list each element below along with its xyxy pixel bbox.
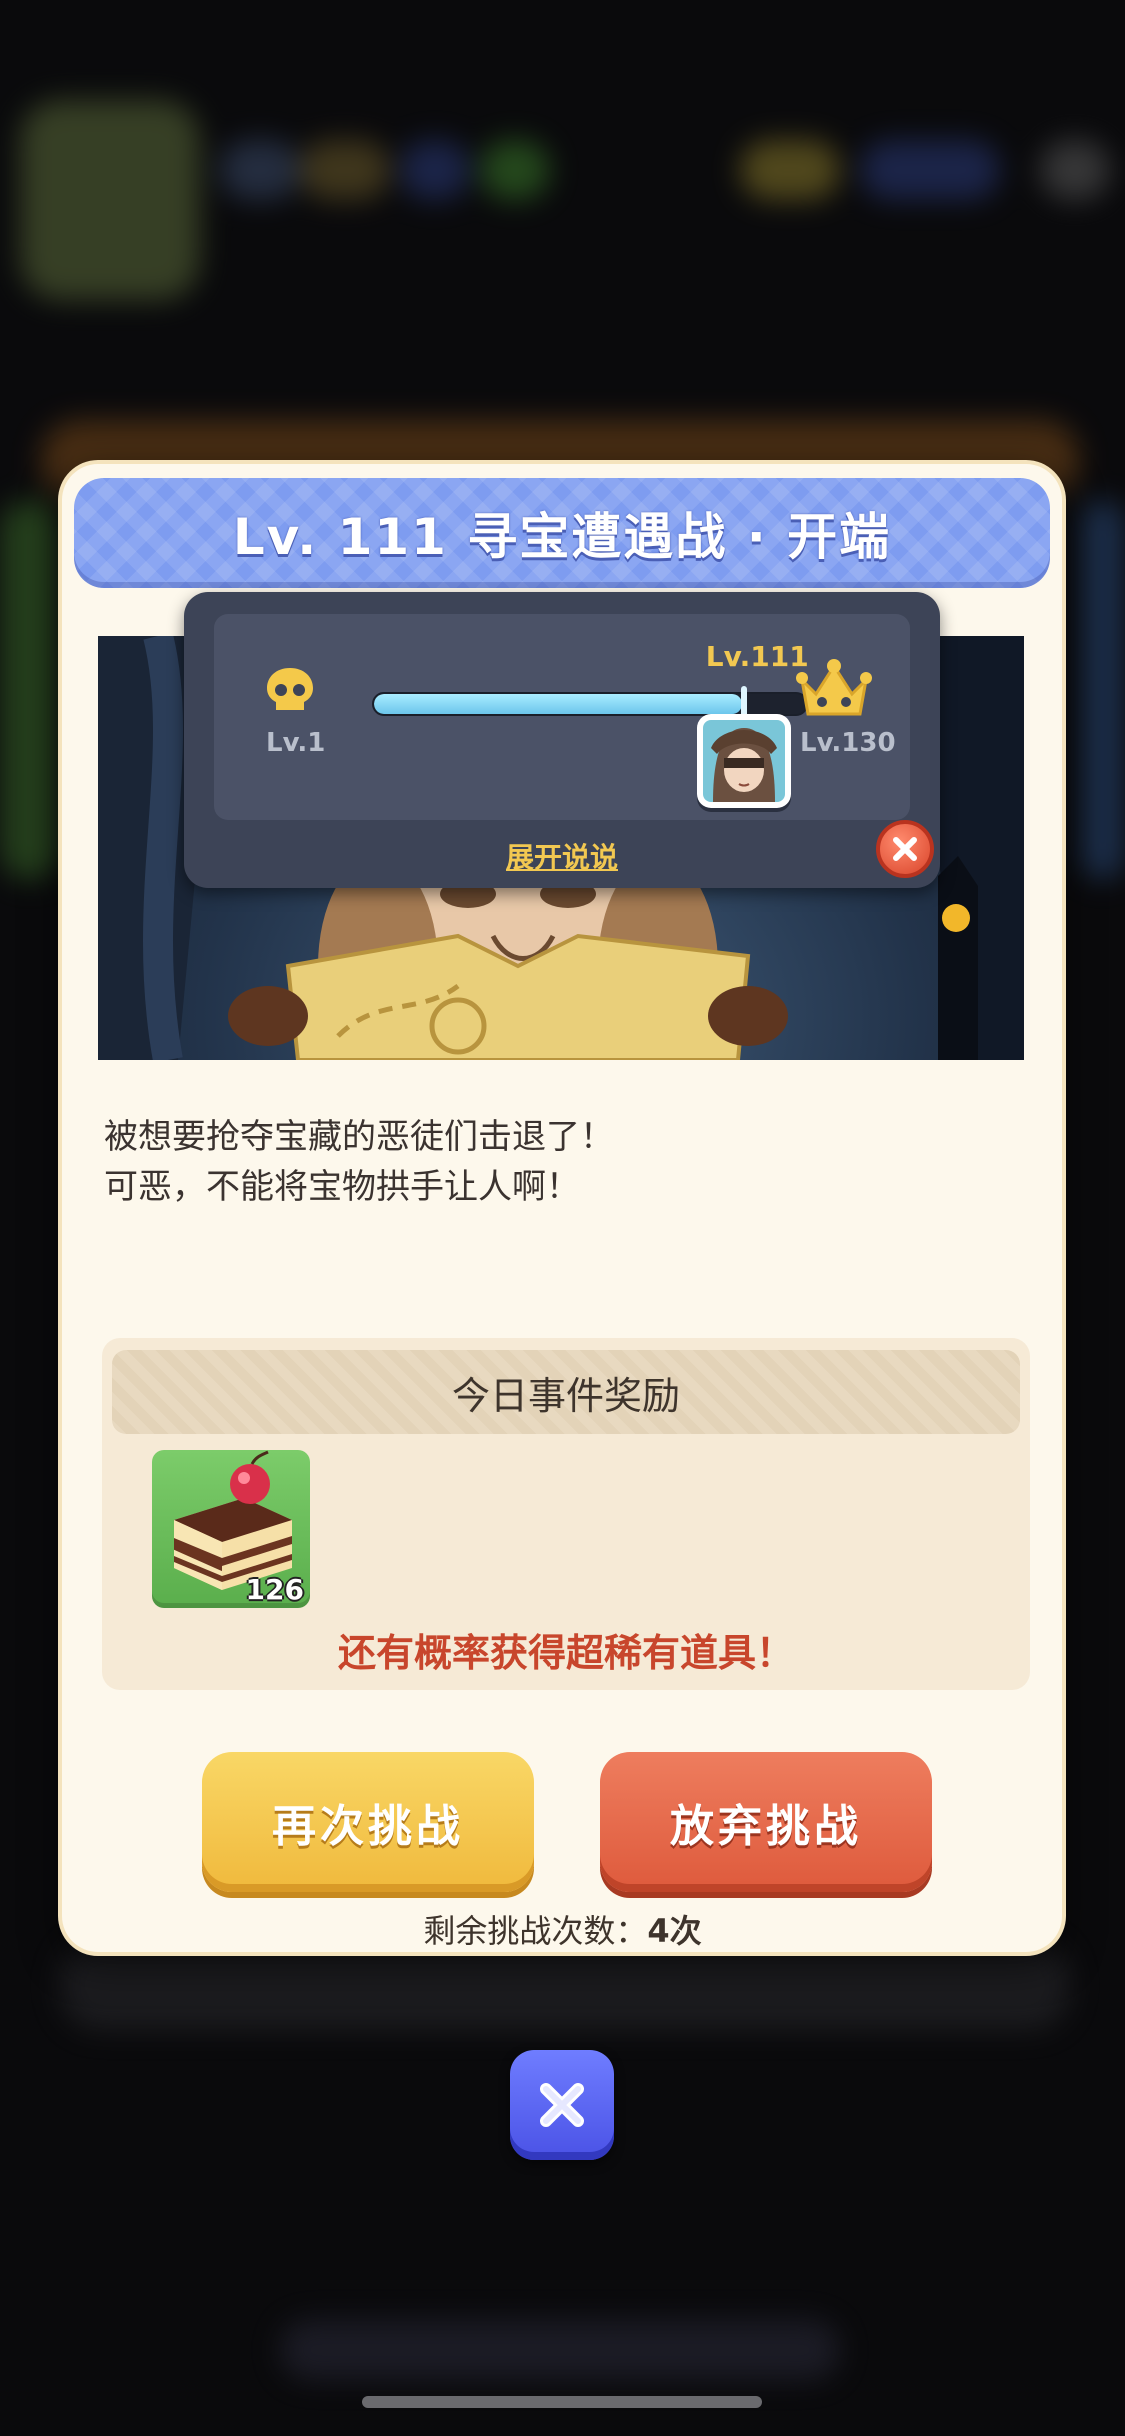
- result-description: 被想要抢夺宝藏的恶徒们击退了！ 可恶，不能将宝物拱手让人啊！: [104, 1112, 614, 1212]
- max-level-label: Lv.130: [800, 728, 896, 758]
- reward-header: 今日事件奖励: [112, 1350, 1020, 1434]
- level-progress-fill: [374, 694, 743, 714]
- progress-popup-close-button[interactable]: [876, 820, 934, 878]
- hooded-girl-avatar-icon: [702, 720, 785, 802]
- player-avatar: [696, 714, 791, 808]
- title-bar: Lv. 111 寻宝遭遇战 · 开端: [74, 478, 1050, 588]
- crown-icon: [796, 659, 872, 716]
- remaining-attempts-value: 4次: [647, 1912, 702, 1950]
- level-progress-track-area: Lv.1 Lv.111 Lv.130: [214, 614, 910, 820]
- reward-item[interactable]: 126: [152, 1450, 310, 1608]
- description-line-1: 被想要抢夺宝藏的恶徒们击退了！: [104, 1117, 614, 1157]
- close-icon: [893, 837, 917, 861]
- skull-icon: [267, 668, 313, 710]
- reward-count: 126: [245, 1573, 304, 1606]
- level-progress-popup: Lv.1 Lv.111 Lv.130 展开说说: [184, 592, 940, 888]
- description-line-2: 可恶，不能将宝物拱手让人啊！: [104, 1167, 580, 1207]
- close-dialog-button[interactable]: [510, 2050, 614, 2160]
- abandon-challenge-button[interactable]: 放弃挑战: [600, 1752, 932, 1892]
- retry-challenge-button[interactable]: 再次挑战: [202, 1752, 534, 1892]
- min-level-label: Lv.1: [266, 728, 326, 758]
- current-level-label: Lv.111: [705, 640, 809, 673]
- expand-details-link[interactable]: 展开说说: [184, 836, 940, 876]
- remaining-attempts-label: 剩余挑战次数：: [423, 1912, 648, 1950]
- home-indicator[interactable]: [362, 2396, 762, 2408]
- rare-item-note: 还有概率获得超稀有道具！: [337, 1631, 794, 1675]
- reward-section: 今日事件奖励 126 还有概率获得超稀有道具！: [102, 1338, 1030, 1690]
- remaining-attempts: 剩余挑战次数：4次: [0, 1906, 1125, 1952]
- close-icon: [540, 2083, 584, 2127]
- dialog-title: Lv. 111 寻宝遭遇战 · 开端: [232, 508, 892, 566]
